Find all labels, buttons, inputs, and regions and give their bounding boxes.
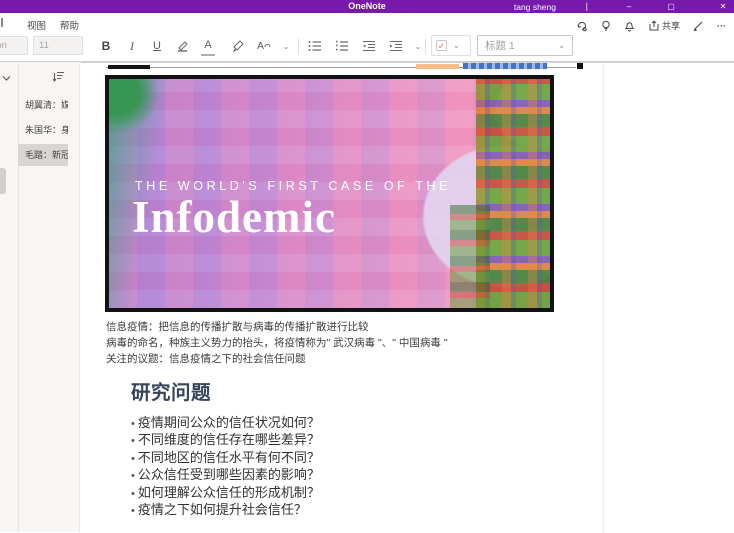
scroll-thumb[interactable]	[108, 65, 150, 69]
decrease-indent-button[interactable]	[360, 36, 378, 56]
hero-glitch-strip-2	[450, 205, 490, 308]
pages-sidebar: 胡翼清：媒介… 朱国华：身体… 毛踏：新冠…	[0, 62, 80, 532]
toolbar-divider	[425, 38, 426, 54]
style-dropdown[interactable]: 标题 1 ⌄	[477, 35, 573, 56]
more-options-button[interactable]: ···	[717, 21, 726, 31]
maximize-button[interactable]: ▢	[656, 0, 686, 13]
bold-button[interactable]: B	[99, 36, 113, 56]
note-paragraph[interactable]: 信息疫情：把信息的传播扩散与病毒的传播扩散进行比较	[106, 319, 576, 335]
sidebar-page-item-selected[interactable]: 毛踏：新冠…	[18, 144, 68, 166]
bullet-list-button[interactable]	[306, 36, 324, 56]
close-button[interactable]: ✕	[708, 0, 734, 13]
increase-indent-button[interactable]	[387, 36, 405, 56]
sidebar-page-item[interactable]: 胡翼清：媒介…	[18, 94, 68, 116]
italic-button[interactable]: I	[125, 36, 139, 56]
list-item[interactable]: 不同地区的信任水平有何不同？	[131, 450, 320, 467]
list-item[interactable]: 疫情期间公众的信任状况如何？	[131, 415, 320, 432]
format-painter-button[interactable]	[230, 36, 246, 56]
note-paragraph[interactable]: 病毒的命名，种族主义势力的抬头，将疫情称为" 武汉病毒 "、" 中国病毒 "	[106, 335, 576, 351]
formatting-toolbar: Calibri 11 B I U A A ⌄	[0, 30, 734, 62]
toolbar-divider	[298, 38, 299, 54]
clear-formatting-glyph: A	[257, 40, 264, 52]
highlighted-text-fragment	[416, 64, 459, 69]
style-name: 标题 1	[485, 38, 515, 53]
todo-tag-dropdown[interactable]: ✓ ⌄	[431, 35, 471, 56]
account-name[interactable]: tang sheng	[514, 2, 556, 12]
todo-checkbox-icon: ✓	[436, 40, 447, 51]
research-questions-list[interactable]: 疫情期间公众的信任状况如何？ 不同维度的信任存在哪些差异？ 不同地区的信任水平有…	[131, 415, 320, 519]
hero-title-text: Infodemic	[132, 191, 336, 243]
clear-formatting-button[interactable]: A	[256, 36, 272, 56]
sort-pages-icon[interactable]	[53, 69, 65, 87]
section-heading[interactable]: 研究问题	[131, 376, 211, 405]
sidebar-page-item[interactable]: 朱国华：身体…	[18, 119, 68, 141]
note-canvas[interactable]: THE WORLD'S FIRST CASE OF THE Infodemic …	[81, 62, 734, 532]
titlebar-divider: |	[586, 1, 588, 11]
note-paragraph[interactable]: 关注的议题：信息疫情之下的社会信任问题	[106, 351, 576, 367]
list-item[interactable]: 公众信任受到哪些因素的影响？	[131, 467, 320, 484]
list-item[interactable]: 如何理解公众信任的形成机制？	[131, 485, 320, 502]
style-chevron-icon: ⌄	[558, 41, 565, 50]
main-area: 胡翼清：媒介… 朱国华：身体… 毛踏：新冠… THE WORLD'S FIRST…	[0, 62, 734, 532]
numbered-list-button[interactable]	[333, 36, 351, 56]
ribbon-chrome: 视图 帮助 共享	[0, 13, 734, 62]
sidebar-scroll-tab[interactable]	[0, 168, 6, 194]
list-item[interactable]: 不同维度的信任存在哪些差异？	[131, 432, 320, 449]
notebook-chevron-icon[interactable]	[2, 69, 11, 87]
page-right-edge	[603, 63, 604, 533]
tag-chevron-icon: ⌄	[453, 41, 460, 50]
font-size-box[interactable]: 11	[33, 36, 83, 55]
underline-button[interactable]: U	[150, 36, 164, 56]
more-fonts-chevron[interactable]: ⌄	[280, 36, 292, 56]
clipped-menu-item	[1, 18, 3, 27]
minimize-button[interactable]: –	[614, 0, 644, 13]
font-color-button[interactable]: A	[201, 36, 215, 56]
title-bar: OneNote tang sheng | – ▢ ✕	[0, 0, 734, 13]
list-item[interactable]: 疫情之下如何提升社会信任？	[131, 502, 320, 519]
hyperlink-text-fragment	[463, 63, 547, 69]
more-paragraph-chevron[interactable]: ⌄	[412, 36, 424, 56]
font-name-box[interactable]: Calibri	[0, 36, 28, 55]
infodemic-hero-image[interactable]: THE WORLD'S FIRST CASE OF THE Infodemic	[105, 75, 554, 312]
selection-corner-handle[interactable]	[577, 63, 583, 69]
highlighter-button[interactable]	[174, 36, 190, 56]
